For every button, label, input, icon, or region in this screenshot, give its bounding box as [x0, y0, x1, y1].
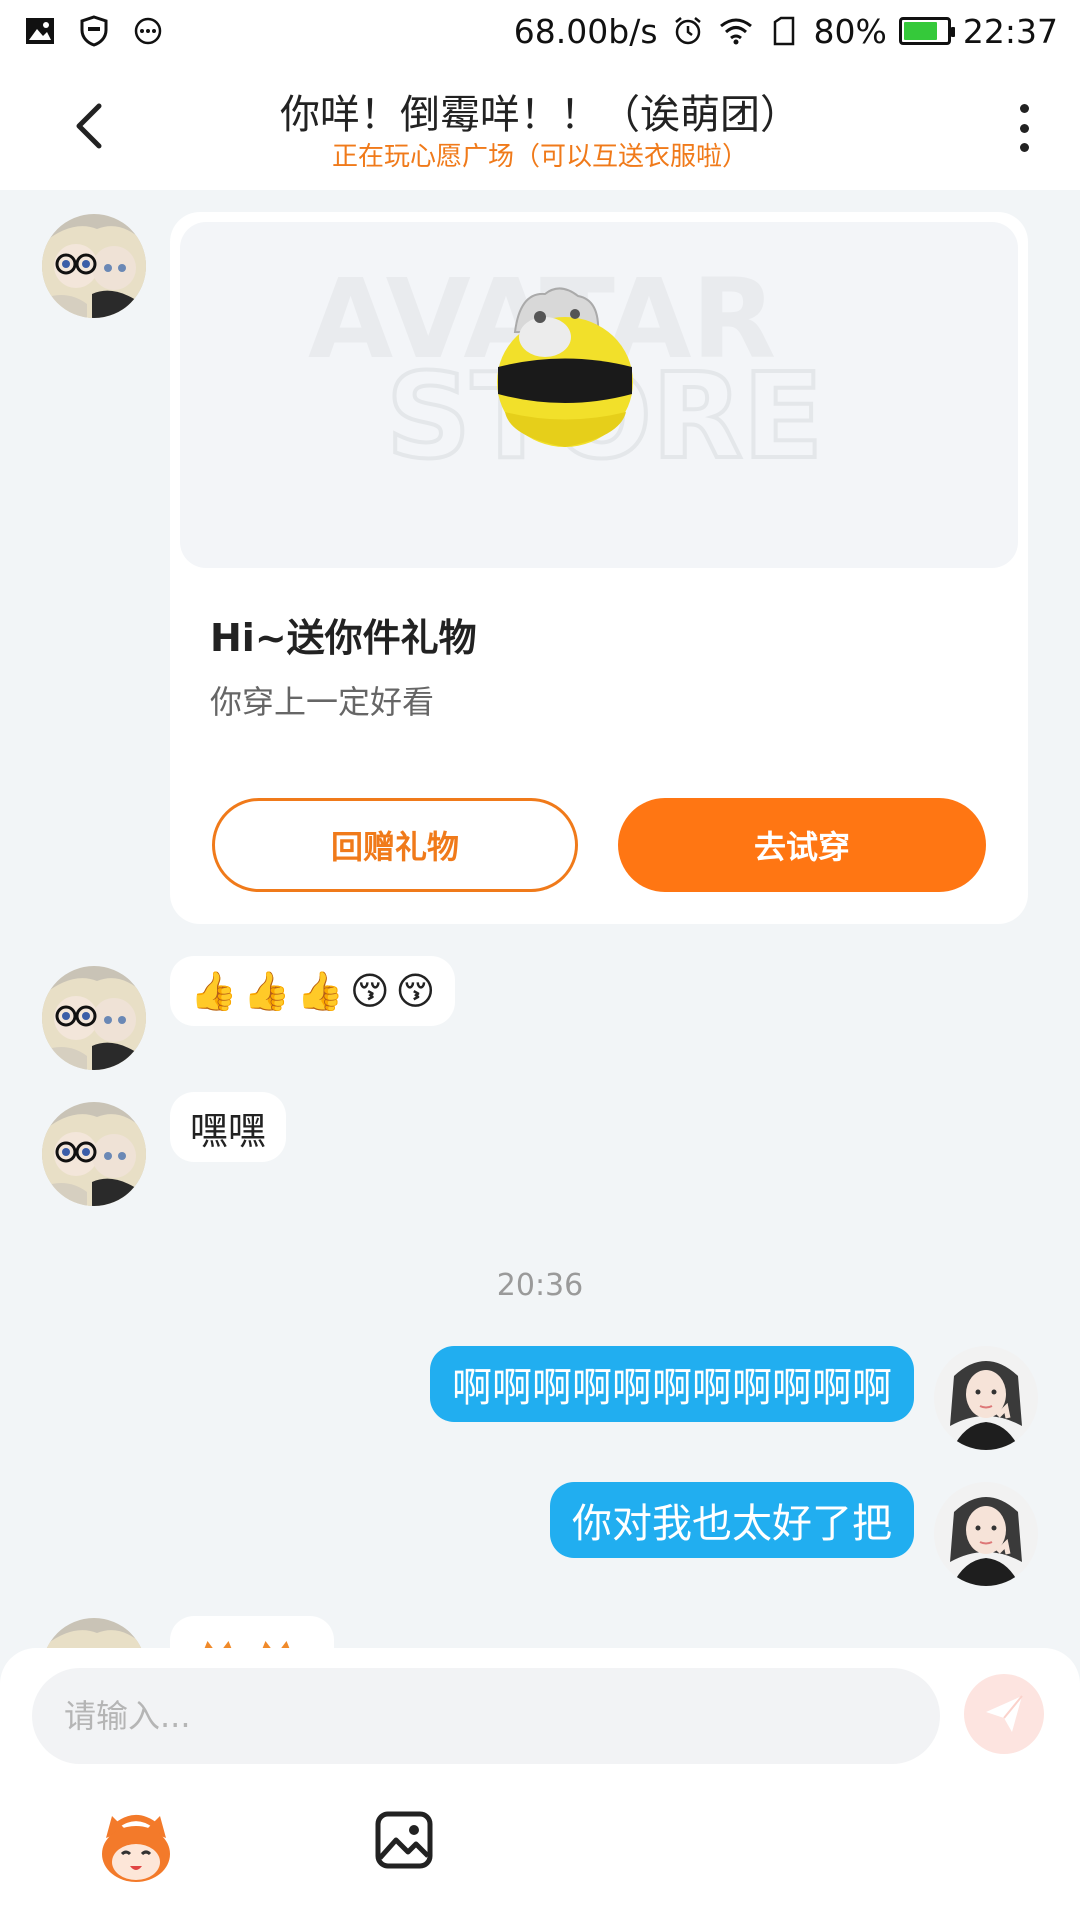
gallery-notification-icon [22, 13, 58, 49]
gift-card: AVATAR STORE Hi~送你件礼物 你穿上一定好看 回赠礼物 去试穿 [170, 212, 1028, 924]
message-timestamp: 20:36 [496, 1268, 584, 1303]
emoji-row: 👍 👍 👍 😚 😚 [190, 969, 435, 1014]
contact-avatar[interactable] [42, 214, 146, 318]
more-notifications-icon [130, 13, 166, 49]
try-on-button[interactable]: 去试穿 [618, 798, 986, 892]
shield-notification-icon [76, 13, 112, 49]
wifi-icon [718, 13, 754, 49]
sim-icon [766, 13, 802, 49]
fox-sticker-icon [204, 1640, 290, 1648]
contact-avatar[interactable] [42, 1102, 146, 1206]
image-picker-button[interactable] [372, 1808, 436, 1872]
dot [1019, 143, 1029, 152]
battery-icon [898, 17, 955, 45]
outgoing-message-bubble[interactable]: 啊啊啊啊啊啊啊啊啊啊啊 [430, 1346, 914, 1422]
clock: 22:37 [962, 11, 1058, 51]
thumbs-up-emoji: 👍 [296, 968, 344, 1013]
send-icon [986, 1695, 1023, 1732]
my-avatar[interactable] [934, 1482, 1038, 1586]
alarm-icon [670, 13, 706, 49]
text-message-bubble[interactable]: 嘿嘿 [170, 1092, 287, 1162]
kiss-emoji: 😚 [395, 969, 436, 1013]
gift-title: Hi~送你件礼物 [210, 616, 477, 660]
chat-header: 你咩！倒霉咩！！（诶萌团） 正在玩心愿广场（可以互送衣服啦） [0, 62, 1080, 190]
network-speed: 68.00b/s [513, 11, 658, 51]
dot [1019, 123, 1029, 133]
mascot-face-icon [102, 1815, 170, 1882]
gift-image[interactable]: AVATAR STORE [180, 222, 1018, 568]
gift-description: 你穿上一定好看 [210, 683, 435, 721]
outgoing-message-bubble[interactable]: 你对我也太好了把 [550, 1482, 914, 1558]
status-bar: 68.00b/s 80% 22:37 [0, 0, 1080, 62]
chat-title: 你咩！倒霉咩！！（诶萌团） [280, 92, 800, 138]
mascot-emoji-button[interactable] [96, 1808, 176, 1888]
battery-percent: 80% [813, 11, 887, 51]
chat-subtitle: 正在玩心愿广场（可以互送衣服啦） [331, 142, 748, 172]
contact-avatar[interactable] [42, 1618, 146, 1648]
chat-messages[interactable]: AVATAR STORE Hi~送你件礼物 你穿上一定好看 回赠礼物 去试穿 [0, 190, 1080, 1648]
message-input[interactable] [32, 1668, 940, 1764]
sticker-message-bubble[interactable] [170, 1616, 334, 1648]
thumbs-up-emoji: 👍 [243, 968, 291, 1013]
input-panel [0, 1648, 1080, 1920]
kiss-emoji: 😚 [349, 969, 390, 1013]
return-gift-button[interactable]: 回赠礼物 [212, 798, 578, 892]
dot [1019, 104, 1029, 113]
image-icon [375, 1811, 433, 1869]
send-button[interactable] [964, 1674, 1044, 1754]
contact-avatar[interactable] [42, 966, 146, 1070]
my-avatar[interactable] [934, 1346, 1038, 1450]
more-options-button[interactable] [1004, 98, 1044, 158]
thumbs-up-emoji: 👍 [190, 968, 238, 1013]
emoji-message-bubble[interactable]: 👍 👍 👍 😚 😚 [170, 956, 456, 1026]
